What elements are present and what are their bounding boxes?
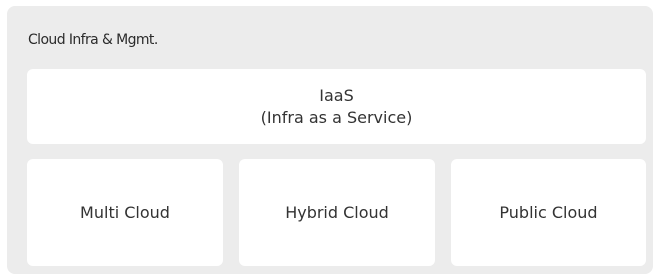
hybrid-cloud-label: Hybrid Cloud [285, 202, 389, 222]
panel-title: Cloud Infra & Mgmt. [28, 32, 158, 48]
multi-cloud-box: Multi Cloud [27, 159, 223, 266]
public-cloud-box: Public Cloud [451, 159, 646, 266]
public-cloud-label: Public Cloud [499, 202, 598, 222]
iaas-title: IaaS [319, 85, 354, 105]
multi-cloud-label: Multi Cloud [80, 202, 170, 222]
hybrid-cloud-box: Hybrid Cloud [239, 159, 435, 266]
iaas-box: IaaS (Infra as a Service) [27, 69, 646, 144]
iaas-subtitle: (Infra as a Service) [260, 107, 413, 127]
